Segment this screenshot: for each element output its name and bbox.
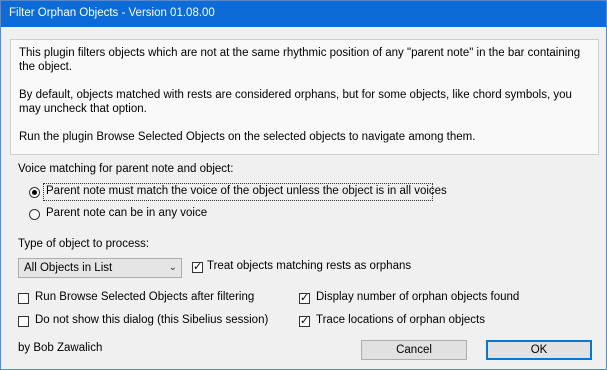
no-show-label[interactable]: Do not show this dialog (this Sibelius s…: [35, 314, 268, 326]
voice-matching-heading: Voice matching for parent note and objec…: [18, 163, 234, 175]
ok-button[interactable]: OK: [486, 340, 592, 360]
credit-text: by Bob Zawalich: [18, 342, 103, 354]
display-count-label[interactable]: Display number of orphan objects found: [316, 291, 519, 303]
trace-label[interactable]: Trace locations of orphan objects: [316, 314, 485, 326]
radio-any-voice-label[interactable]: Parent note can be in any voice: [46, 207, 207, 219]
object-type-value: All Objects in List: [24, 262, 113, 274]
cancel-button[interactable]: Cancel: [361, 340, 467, 360]
run-browse-checkbox[interactable]: [18, 293, 29, 304]
description-para-1: This plugin filters objects which are no…: [19, 47, 581, 73]
radio-match-voice[interactable]: [29, 187, 40, 198]
description-para-2: By default, objects matched with rests a…: [19, 89, 572, 115]
title-bar[interactable]: Filter Orphan Objects - Version 01.08.00: [1, 1, 606, 27]
radio-any-voice[interactable]: [29, 209, 40, 220]
chevron-down-icon: ⌄: [168, 262, 177, 273]
dialog-window: Filter Orphan Objects - Version 01.08.00…: [0, 0, 607, 370]
treat-rests-label[interactable]: Treat objects matching rests as orphans: [207, 260, 411, 272]
treat-rests-checkbox[interactable]: ✓: [192, 262, 203, 273]
object-type-heading: Type of object to process:: [18, 238, 150, 250]
radio-selected-dot: [32, 190, 37, 195]
radio-match-voice-label[interactable]: Parent note must match the voice of the …: [46, 185, 447, 197]
display-count-checkbox[interactable]: ✓: [299, 293, 310, 304]
description-para-3: Run the plugin Browse Selected Objects o…: [19, 131, 476, 143]
object-type-select[interactable]: All Objects in List ⌄: [18, 258, 182, 278]
run-browse-label[interactable]: Run Browse Selected Objects after filter…: [35, 291, 254, 303]
trace-checkbox[interactable]: ✓: [299, 316, 310, 327]
window-title: Filter Orphan Objects - Version 01.08.00: [9, 7, 215, 19]
no-show-checkbox[interactable]: [18, 316, 29, 327]
description-panel: This plugin filters objects which are no…: [10, 39, 599, 155]
